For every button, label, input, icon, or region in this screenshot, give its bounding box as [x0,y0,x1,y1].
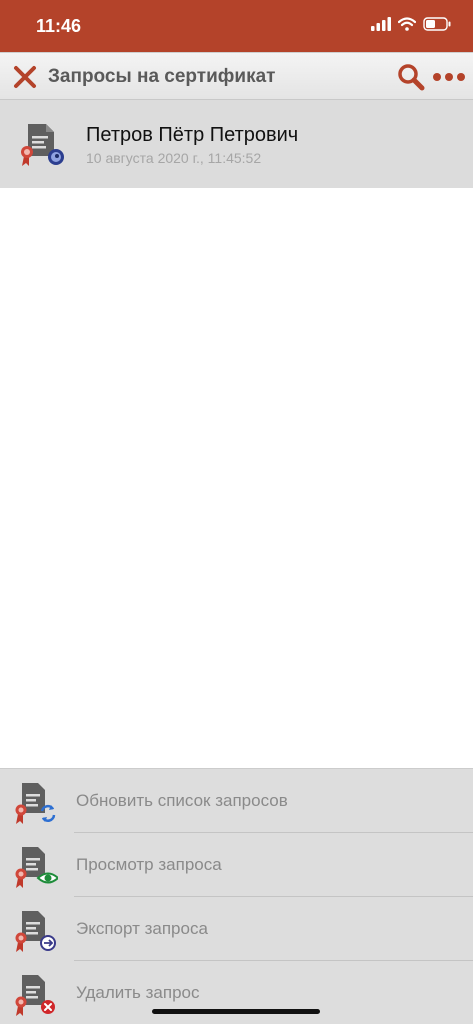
menu-item-label: Экспорт запроса [76,919,208,938]
wifi-icon [398,17,416,31]
refresh-requests-icon [15,783,56,824]
close-icon[interactable] [12,64,38,90]
export-request-icon [15,911,56,952]
more-icon[interactable] [432,71,466,83]
delete-request-icon [15,975,55,1016]
menu-item-delete[interactable]: Удалить запрос [0,961,473,1025]
certificate-request-icon [21,124,64,166]
action-menu: Обновить список запросов Просмотр запрос… [0,768,473,1024]
page-title: Запросы на сертификат [48,66,276,87]
menu-item-label: Обновить список запросов [76,791,288,810]
menu-item-export[interactable]: Экспорт запроса [0,897,473,961]
status-icons [371,17,451,31]
list-item[interactable]: Петров Пётр Петрович 10 августа 2020 г.,… [0,100,473,188]
status-bar: 11:46 [0,0,473,52]
battery-icon [423,17,451,31]
search-icon[interactable] [396,62,426,92]
menu-item-label: Просмотр запроса [76,855,222,874]
request-name: Петров Пётр Петрович [86,124,299,146]
status-time: 11:46 [36,16,82,36]
view-request-icon [15,847,58,888]
menu-item-view[interactable]: Просмотр запроса [0,833,473,897]
toolbar: Запросы на сертификат [0,52,473,100]
menu-item-label: Удалить запрос [76,983,200,1002]
home-indicator[interactable] [152,1009,320,1014]
request-date: 10 августа 2020 г., 11:45:52 [86,150,262,166]
menu-item-refresh[interactable]: Обновить список запросов [0,769,473,833]
signal-icon [371,17,391,31]
